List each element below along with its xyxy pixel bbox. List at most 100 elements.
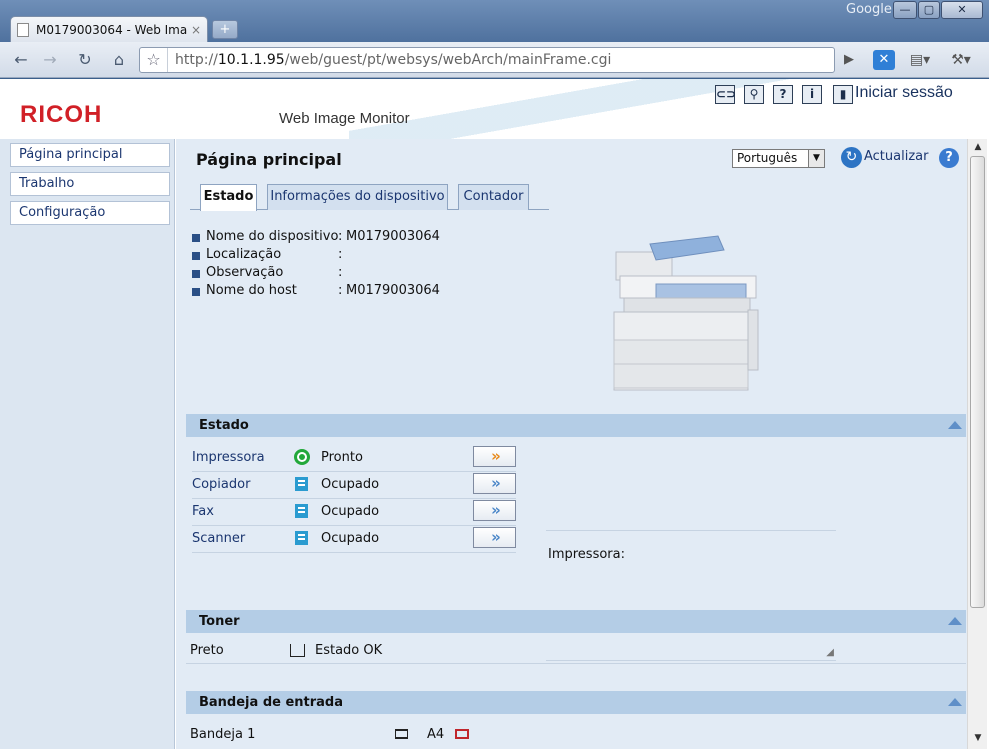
info-label: Nome do dispositivo — [206, 229, 339, 244]
info-separator: : — [338, 265, 343, 280]
product-title: Web Image Monitor — [279, 110, 410, 127]
device-link[interactable]: Scanner — [192, 531, 245, 546]
refresh-link[interactable]: Actualizar — [864, 149, 928, 164]
help-icon[interactable]: ? — [773, 85, 793, 104]
status-row-copier: Copiador Ocupado » — [192, 472, 516, 499]
info-separator: : — [338, 283, 343, 298]
home-icon[interactable]: ⌂ — [106, 48, 132, 72]
section-title: Bandeja de entrada — [199, 695, 344, 710]
section-title: Toner — [199, 614, 240, 629]
tab-bar: Estado Informações do dispositivo Contad… — [190, 184, 549, 211]
input-tray-section-header: Bandeja de entrada — [186, 691, 966, 714]
wrench-menu-icon[interactable]: ⚒▾ — [946, 50, 976, 70]
link-icon[interactable]: ⊂⊃ — [715, 85, 736, 104]
status-text: Ocupado — [321, 477, 380, 492]
scroll-down-icon[interactable]: ▼ — [971, 733, 985, 743]
sidebar-item-jobs[interactable]: Trabalho — [10, 172, 170, 196]
ready-icon — [294, 449, 310, 465]
close-window-button[interactable]: ✕ — [941, 1, 983, 19]
toner-color: Preto — [190, 643, 224, 658]
tab-device-info[interactable]: Informações do dispositivo — [267, 184, 448, 210]
bullet-icon — [192, 234, 200, 242]
busy-icon — [294, 530, 309, 546]
browser-brand: Google — [846, 2, 892, 17]
details-button[interactable]: » — [473, 500, 516, 521]
tray-row: Bandeja 1 A4 — [186, 719, 966, 747]
tab-status[interactable]: Estado — [200, 184, 257, 211]
info-label: Nome do host — [206, 283, 297, 298]
tray-name: Bandeja 1 — [190, 727, 256, 742]
sidebar-item-configuration[interactable]: Configuração — [10, 201, 170, 225]
scroll-up-icon[interactable]: ▲ — [971, 142, 985, 152]
tab-counter[interactable]: Contador — [458, 184, 529, 210]
main-content: Página principal Português ▼ ↻ Actualiza… — [176, 139, 967, 749]
status-text: Ocupado — [321, 504, 380, 519]
chevron-down-icon[interactable]: ▼ — [808, 150, 824, 167]
tab-close-icon[interactable]: × — [191, 23, 201, 37]
ricoh-logo: RICOH — [20, 101, 103, 128]
info-separator: : — [338, 229, 343, 244]
bookmark-star-icon[interactable]: ☆ — [140, 48, 168, 72]
new-tab-button[interactable]: + — [212, 20, 238, 39]
refresh-icon[interactable]: ↻ — [841, 147, 862, 168]
login-icon[interactable]: ▮ — [833, 85, 853, 104]
tray-level-icon — [395, 729, 408, 739]
section-title: Estado — [199, 418, 249, 433]
busy-icon — [294, 476, 309, 492]
details-button[interactable]: » — [473, 473, 516, 494]
page-title: Página principal — [196, 150, 342, 169]
paper-size: A4 — [427, 727, 445, 742]
maximize-button[interactable]: ▢ — [918, 1, 940, 19]
device-link[interactable]: Fax — [192, 504, 214, 519]
collapse-icon[interactable] — [948, 698, 962, 706]
go-arrow-icon[interactable]: ▶ — [838, 50, 860, 70]
status-text: Pronto — [321, 450, 363, 465]
web-page: RICOH Web Image Monitor ⊂⊃ ⚲ ? i ▮ Inici… — [0, 79, 989, 749]
page-icon — [17, 22, 29, 37]
back-icon[interactable]: ← — [8, 48, 34, 72]
details-button[interactable]: » — [473, 527, 516, 548]
browser-tab-title: M0179003064 - Web Ima... — [36, 22, 187, 37]
paper-orientation-icon — [455, 729, 469, 739]
device-link[interactable]: Copiador — [192, 477, 250, 492]
status-text: Ocupado — [321, 531, 380, 546]
forward-icon[interactable]: → — [37, 48, 63, 72]
status-row-scanner: Scanner Ocupado » — [192, 526, 516, 553]
toner-level-icon — [290, 644, 305, 657]
toner-status: Estado OK — [315, 643, 383, 658]
language-select[interactable]: Português ▼ — [732, 149, 825, 168]
browser-tab[interactable]: M0179003064 - Web Ima... × — [10, 16, 208, 42]
info-label: Localização — [206, 247, 282, 262]
device-link[interactable]: Impressora — [192, 450, 265, 465]
language-value: Português — [737, 151, 798, 165]
collapse-icon[interactable] — [948, 421, 962, 429]
login-link[interactable]: Iniciar sessão — [855, 84, 953, 102]
info-value: M0179003064 — [346, 229, 440, 244]
page-menu-icon[interactable]: ▤▾ — [905, 50, 935, 70]
minimize-button[interactable]: — — [893, 1, 917, 19]
sidebar-item-home[interactable]: Página principal — [10, 143, 170, 167]
extension-icon[interactable]: ✕ — [873, 50, 895, 70]
info-row: Observação : — [192, 265, 492, 283]
bullet-icon — [192, 270, 200, 278]
search-icon[interactable]: ⚲ — [744, 85, 764, 104]
toner-row: Preto Estado OK — [186, 636, 966, 664]
busy-icon — [294, 503, 309, 519]
vertical-scrollbar[interactable]: ▲ ▼ — [967, 139, 987, 749]
status-row-fax: Fax Ocupado » — [192, 499, 516, 526]
status-section-header: Estado — [186, 414, 966, 437]
browser-titlebar: M0179003064 - Web Ima... × + Google — ▢ … — [0, 0, 989, 42]
detail-label: Impressora: — [548, 547, 625, 562]
info-icon[interactable]: i — [802, 85, 822, 104]
printer-image — [613, 235, 759, 391]
details-button[interactable]: » — [473, 446, 516, 467]
address-url[interactable]: http://10.1.1.95/web/guest/pt/websys/web… — [168, 52, 611, 68]
address-bar[interactable]: ☆ http://10.1.1.95/web/guest/pt/websys/w… — [139, 47, 835, 73]
page-help-icon[interactable]: ? — [939, 148, 959, 168]
reload-icon[interactable]: ↻ — [72, 48, 98, 72]
collapse-icon[interactable] — [948, 617, 962, 625]
info-row: Nome do host : M0179003064 — [192, 283, 492, 301]
info-separator: : — [338, 247, 343, 262]
scrollbar-thumb[interactable] — [970, 156, 985, 608]
sidebar: Página principal Trabalho Configuração — [0, 139, 175, 749]
